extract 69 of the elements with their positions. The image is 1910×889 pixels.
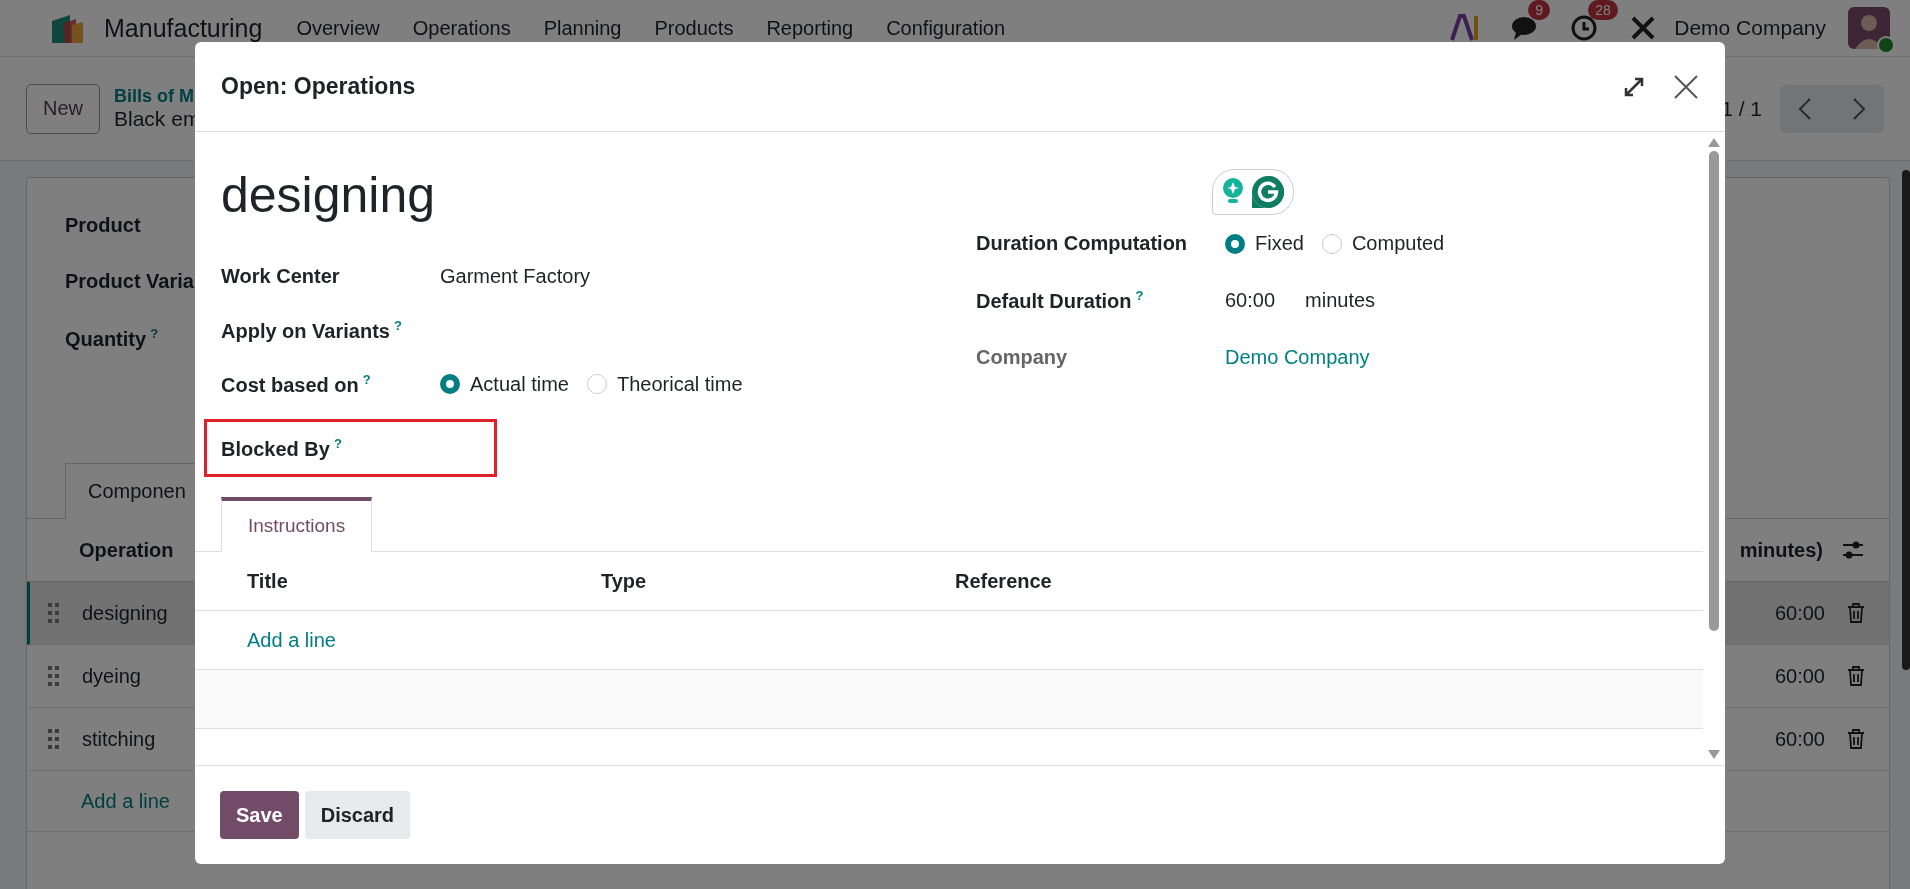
- unit-label: minutes: [1305, 289, 1376, 312]
- add-line-link[interactable]: Add a line: [81, 789, 170, 813]
- table-cell: 60:00: [1774, 727, 1825, 751]
- field-label: Work Center: [221, 264, 340, 287]
- menu-item[interactable]: Operations: [412, 16, 511, 40]
- column-header[interactable]: Type: [601, 569, 955, 593]
- activity-count-badge: 28: [1588, 0, 1618, 20]
- drag-handle-icon[interactable]: [48, 729, 60, 749]
- table-cell: 60:00: [1774, 601, 1825, 625]
- table-cell: dyeing: [82, 664, 141, 688]
- help-mark[interactable]: ?: [1135, 288, 1144, 304]
- field-label: Duration Computation: [976, 232, 1188, 254]
- trash-icon[interactable]: [1847, 729, 1865, 749]
- menu-item[interactable]: Overview: [296, 16, 380, 40]
- ai-icon[interactable]: [1450, 14, 1481, 42]
- field-label: Default Duration: [976, 289, 1132, 312]
- writing-assistant-widget[interactable]: [1212, 169, 1294, 215]
- duration-field[interactable]: 60:00: [1225, 289, 1276, 312]
- field-label: Quantity: [65, 327, 147, 350]
- discard-button[interactable]: Discard: [304, 791, 411, 839]
- new-button[interactable]: New: [26, 83, 100, 134]
- expand-icon[interactable]: [1623, 75, 1645, 98]
- company-link[interactable]: Demo Company: [1225, 346, 1370, 369]
- table-cell: designing: [82, 601, 168, 625]
- column-header[interactable]: minutes): [1739, 538, 1823, 562]
- company-switcher[interactable]: Demo Company: [1674, 16, 1826, 40]
- field-label: Product: [65, 214, 141, 236]
- g-logo-icon[interactable]: [1251, 175, 1285, 209]
- trash-icon[interactable]: [1847, 603, 1865, 623]
- help-mark[interactable]: ?: [150, 326, 159, 341]
- radio-button[interactable]: [440, 374, 460, 394]
- record-title: designing: [221, 166, 437, 225]
- menu-item[interactable]: Reporting: [766, 16, 854, 40]
- column-settings-icon[interactable]: [1841, 539, 1865, 561]
- table-cell: 60:00: [1774, 664, 1825, 688]
- drag-handle-icon[interactable]: [48, 603, 60, 623]
- menu-item[interactable]: Planning: [543, 16, 622, 40]
- column-header[interactable]: Title: [247, 569, 601, 593]
- help-mark[interactable]: ?: [393, 317, 402, 333]
- message-count-badge: 9: [1528, 0, 1551, 20]
- field-label: Apply on Variants: [221, 319, 390, 342]
- field-label: Cost based on: [221, 373, 359, 396]
- tools-icon[interactable]: [1630, 15, 1657, 41]
- field-label: Company: [976, 346, 1068, 368]
- radio-label[interactable]: Theorical time: [616, 372, 743, 396]
- close-icon[interactable]: [1673, 73, 1699, 100]
- help-mark[interactable]: ?: [362, 371, 371, 387]
- radio-label[interactable]: Computed: [1351, 232, 1445, 255]
- radio-label[interactable]: Fixed: [1255, 232, 1304, 255]
- trash-icon[interactable]: [1847, 666, 1865, 686]
- page-scrollbar[interactable]: [1902, 170, 1910, 670]
- menu-item[interactable]: Configuration: [886, 16, 1006, 40]
- notebook-tab[interactable]: Instructions: [221, 497, 373, 552]
- table-cell: stitching: [82, 727, 156, 751]
- add-line-link[interactable]: Add a line: [247, 628, 336, 652]
- radio-label[interactable]: Actual time: [470, 372, 569, 396]
- column-header[interactable]: Operation: [79, 538, 174, 562]
- drag-handle-icon[interactable]: [48, 666, 60, 686]
- radio-button[interactable]: [1225, 233, 1245, 254]
- app-name[interactable]: Manufacturing: [104, 13, 263, 43]
- save-button[interactable]: Save: [220, 791, 299, 839]
- field-label: Blocked By: [221, 437, 330, 460]
- app-logo-icon[interactable]: [50, 13, 84, 43]
- dialog-title: Open: Operations: [221, 73, 416, 100]
- help-mark[interactable]: ?: [333, 435, 342, 451]
- menu-item[interactable]: Products: [654, 16, 734, 40]
- field-label: Product Varia: [65, 270, 194, 292]
- column-header[interactable]: Reference: [955, 569, 1309, 593]
- field-value[interactable]: Garment Factory: [440, 264, 591, 288]
